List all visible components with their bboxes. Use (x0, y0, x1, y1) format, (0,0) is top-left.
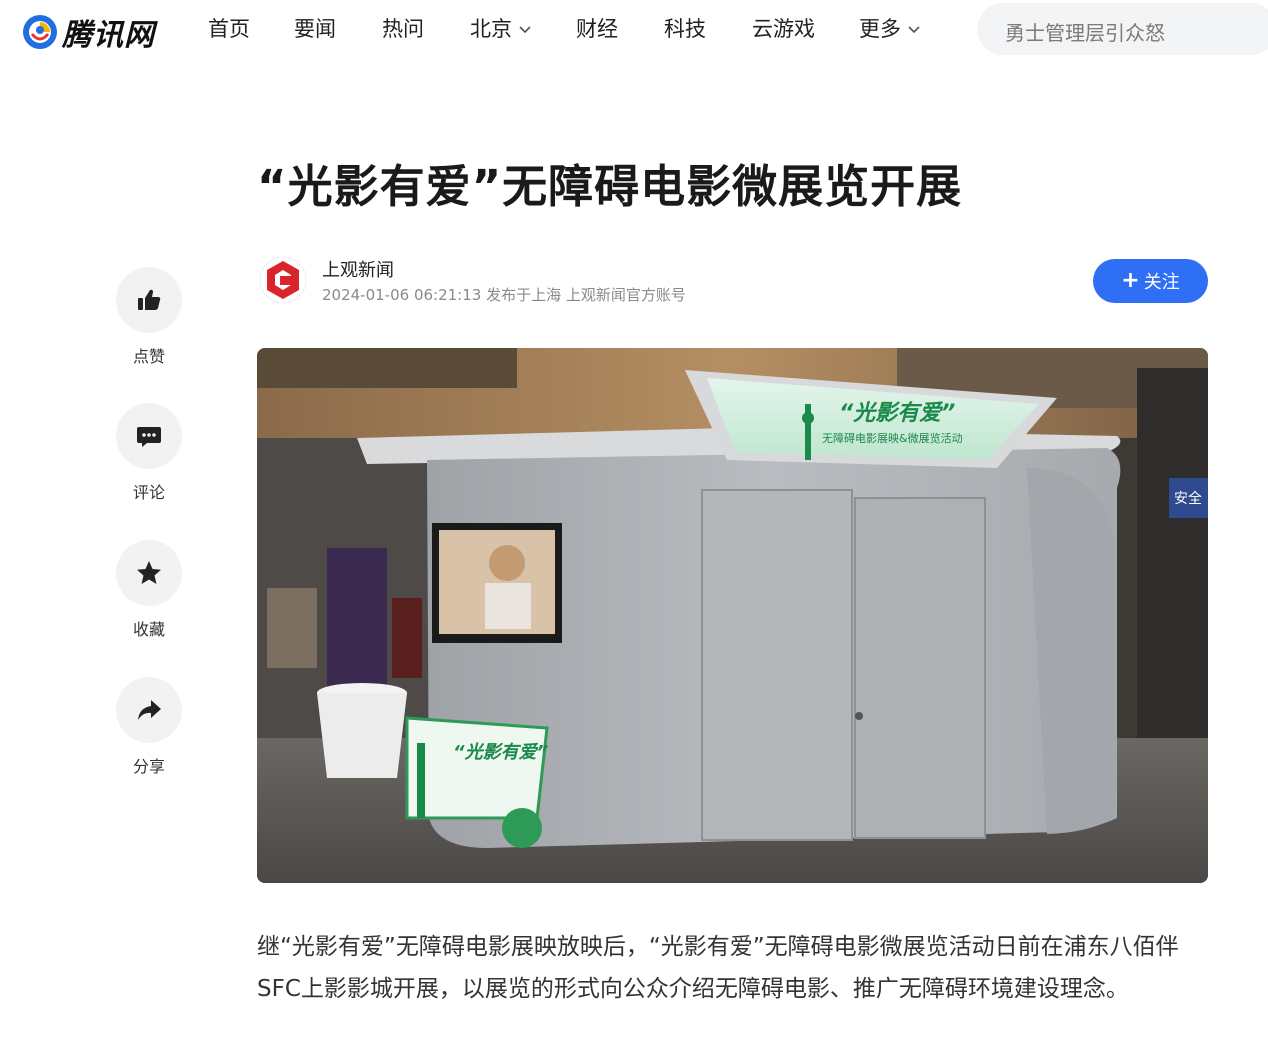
comment-label: 评论 (132, 483, 165, 502)
favorite-label: 收藏 (132, 620, 165, 639)
follow-label: 关注 (1143, 272, 1180, 293)
sign-subline: 无障碍电影展映&微展览活动 (822, 431, 963, 445)
chevron-down-icon (908, 26, 920, 34)
like-button[interactable] (116, 267, 182, 333)
nav-item-hot-questions[interactable]: 热问 (382, 14, 424, 44)
favorite-button[interactable] (116, 540, 182, 606)
comment-button[interactable] (116, 403, 182, 469)
comment-icon (137, 427, 161, 447)
nav-label: 财经 (576, 17, 618, 41)
wall-sign-text: 安全 (1174, 490, 1202, 507)
nav-item-more[interactable]: 更多 (859, 14, 921, 44)
plus-icon: + (1121, 268, 1140, 293)
thumbs-up-icon (138, 289, 161, 310)
favorite-action[interactable]: 收藏 (115, 540, 183, 640)
nav-item-news[interactable]: 要闻 (294, 14, 336, 44)
author-name[interactable]: 上观新闻 (322, 256, 394, 282)
share-button[interactable] (116, 677, 182, 743)
nav-label: 北京 (470, 17, 512, 41)
nav-item-finance[interactable]: 财经 (576, 14, 618, 44)
logo-text: 腾讯网 (62, 18, 155, 53)
site-logo[interactable]: 腾讯网 (22, 10, 155, 54)
article-image: 安全 “光影有爱” 无障碍电影展映&微展览活动 “光影有爱” (257, 348, 1208, 883)
share-action[interactable]: 分享 (115, 677, 183, 777)
nav-label: 要闻 (294, 17, 336, 41)
share-label: 分享 (132, 757, 165, 776)
nav-item-cloud-games[interactable]: 云游戏 (752, 14, 815, 44)
search-placeholder: 勇士管理层引众怒 (1005, 21, 1165, 45)
main-nav: 首页 要闻 热问 北京 财经 科技 云游戏 更多 (208, 14, 921, 44)
standee-headline: “光影有爱” (453, 742, 549, 763)
logo-icon (23, 15, 57, 49)
like-label: 点赞 (132, 347, 165, 366)
nav-label: 云游戏 (752, 17, 815, 41)
exhibition-photo: 安全 “光影有爱” 无障碍电影展映&微展览活动 “光影有爱” (257, 348, 1208, 883)
like-action[interactable]: 点赞 (115, 267, 183, 367)
nav-label: 热问 (382, 17, 424, 41)
author-avatar[interactable] (259, 256, 307, 304)
comment-action[interactable]: 评论 (115, 403, 183, 503)
article-title: “光影有爱”无障碍电影微展览开展 (257, 160, 963, 213)
star-icon (137, 561, 161, 584)
nav-label: 更多 (859, 17, 901, 41)
nav-item-city[interactable]: 北京 (470, 14, 532, 44)
follow-button[interactable]: + 关注 (1093, 259, 1208, 303)
chevron-down-icon (519, 26, 531, 34)
nav-item-tech[interactable]: 科技 (664, 14, 706, 44)
author-meta: 2024-01-06 06:21:13 发布于上海 上观新闻官方账号 (322, 286, 686, 304)
nav-label: 首页 (208, 17, 250, 41)
top-header: 腾讯网 首页 要闻 热问 北京 财经 科技 云游戏 更多 勇士管理层引众怒 (0, 0, 1268, 58)
search-input[interactable]: 勇士管理层引众怒 (977, 3, 1268, 55)
article-paragraph: 继“光影有爱”无障碍电影展映放映后，“光影有爱”无障碍电影微展览活动日前在浦东八… (257, 934, 1179, 1002)
nav-label: 科技 (664, 17, 706, 41)
share-icon (138, 700, 161, 720)
sign-headline: “光影有爱” (839, 401, 955, 426)
nav-item-home[interactable]: 首页 (208, 14, 250, 44)
